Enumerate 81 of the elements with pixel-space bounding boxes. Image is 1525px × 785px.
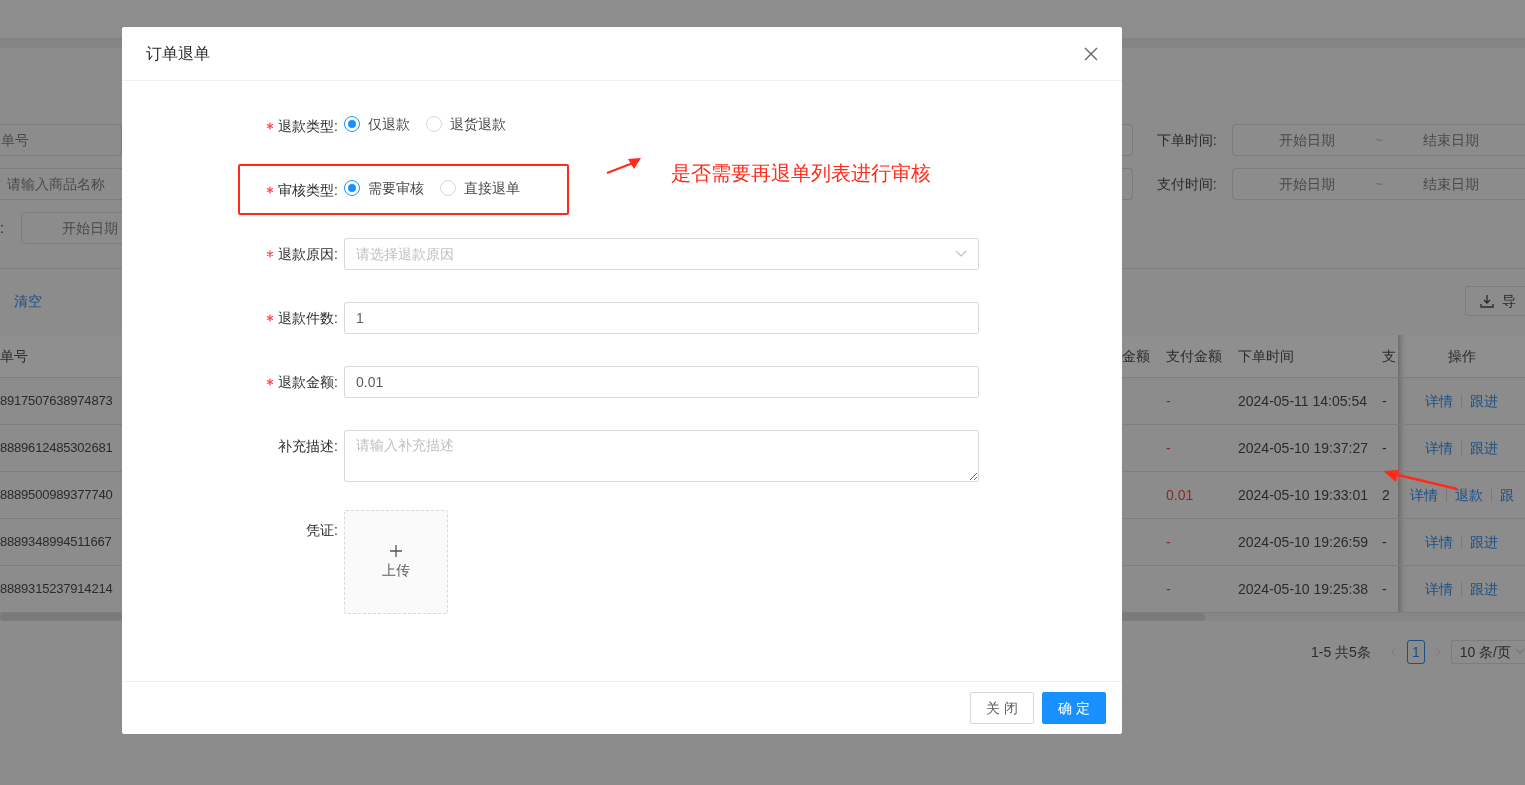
input-field[interactable]: 开始日期 — [20, 212, 122, 244]
column-header: 支 — [1382, 346, 1396, 366]
column-header: 单号 — [0, 346, 28, 366]
annotation-note: 是否需要再退单列表进行审核 — [671, 161, 931, 186]
table-cell-text: 0.01 — [1166, 485, 1194, 505]
pagination-summary: 1-5 共5条 — [1311, 642, 1371, 662]
action-link[interactable]: 跟进 — [1461, 441, 1506, 455]
end-date-field[interactable]: 结束日期 — [1391, 172, 1512, 196]
form-label: 退款类型: — [278, 116, 338, 136]
radio-option[interactable]: 需要审核 — [344, 177, 424, 199]
field-label: : — [0, 218, 4, 238]
date-range-field[interactable]: 开始日期 ~ 结束日期 — [1231, 168, 1525, 200]
form-label: 审核类型: — [278, 180, 338, 200]
column-header: 金额 — [1122, 346, 1150, 366]
table-cell-text: 8889612485302681 — [0, 439, 113, 458]
dialog-title: 订单退单 — [146, 43, 210, 64]
input-field[interactable]: 请输入商品名称 — [0, 168, 122, 200]
action-link[interactable]: 退款 — [1445, 488, 1491, 502]
table-cell-text: 8889348994511667 — [0, 533, 112, 552]
table-cell-text: - — [1382, 532, 1387, 552]
form-label: 退款件数: — [278, 308, 338, 328]
select-field[interactable]: 请选择退款原因 — [344, 238, 979, 270]
action-link[interactable]: 详情 — [1417, 441, 1461, 455]
form-label: 补充描述: — [278, 437, 338, 456]
action-link[interactable]: 跟进 — [1461, 394, 1506, 408]
column-header: 支付金额 — [1166, 346, 1222, 366]
column-header: 操作 — [1447, 346, 1476, 366]
table-cell-text: - — [1382, 391, 1387, 411]
table-cell-text: - — [1166, 579, 1171, 599]
radio-option[interactable]: 仅退款 — [344, 113, 410, 135]
table-cell-text: 8889500989377740 — [0, 486, 113, 505]
page-size-select[interactable]: 10 条/页 — [1450, 640, 1525, 664]
table-cell-text: - — [1382, 438, 1387, 458]
input-field[interactable]: 0.01 — [344, 366, 979, 398]
table-cell-text: 2024-05-11 14:05:54 — [1238, 391, 1367, 411]
form-label: 退款原因: — [278, 244, 338, 264]
upload-button[interactable]: 上传 — [344, 510, 448, 614]
textarea-field[interactable]: 请输入补充描述 — [344, 430, 979, 482]
input-field[interactable]: 1 — [344, 302, 979, 334]
table-cell-text: - — [1166, 532, 1171, 552]
start-date-field[interactable]: 开始日期 — [1246, 128, 1367, 152]
table-cell-text: 2024-05-10 19:26:59 — [1238, 532, 1368, 552]
annotation-arrow — [606, 157, 642, 175]
action-link[interactable]: 详情 — [1417, 535, 1461, 549]
table-cell-text: 2 — [1382, 485, 1390, 505]
close-button[interactable]: 关 闭 — [970, 692, 1034, 724]
action-link[interactable]: 跟进 — [1461, 535, 1506, 549]
column-header: 下单时间 — [1238, 346, 1294, 366]
action-link[interactable]: 详情 — [1417, 394, 1461, 408]
start-date-field[interactable]: 开始日期 — [1246, 172, 1367, 196]
table-cell-text: 2024-05-10 19:25:38 — [1238, 579, 1368, 599]
table-cell-text: 2024-05-10 19:33:01 — [1238, 485, 1368, 505]
radio-option[interactable]: 直接退单 — [440, 177, 520, 199]
end-date-field[interactable]: 结束日期 — [1391, 128, 1512, 152]
plus-icon — [389, 543, 403, 558]
table-cell-text: - — [1166, 391, 1171, 411]
input-field[interactable]: 单号 — [0, 124, 122, 156]
clear-link[interactable]: 清空 — [14, 290, 42, 312]
field-label: 下单时间: — [1156, 130, 1218, 150]
chevron-down-icon — [955, 250, 967, 258]
export-button[interactable]: 导 — [1465, 286, 1525, 316]
page-button[interactable]: 1 — [1406, 640, 1425, 664]
scrollbar-thumb[interactable] — [0, 613, 122, 621]
radio-option[interactable]: 退货退款 — [426, 113, 506, 135]
date-range-field[interactable]: 开始日期 ~ 结束日期 — [1231, 124, 1525, 156]
table-cell-text: 8889315237914214 — [0, 580, 113, 599]
action-link[interactable]: 跟进 — [1461, 582, 1506, 596]
table-cell-text: - — [1382, 579, 1387, 599]
form-label: 凭证: — [306, 521, 338, 540]
table-cell-text: - — [1166, 438, 1171, 458]
action-link[interactable]: 详情 — [1401, 488, 1446, 502]
table-cell-text: 2024-05-10 19:37:27 — [1238, 438, 1368, 458]
form-label: 退款金额: — [278, 372, 338, 392]
table-cell-text: 8917507638974873 — [0, 392, 113, 411]
action-link[interactable]: 详情 — [1417, 582, 1461, 596]
action-link[interactable]: 跟 — [1490, 488, 1522, 502]
scrollbar-thumb[interactable] — [1122, 613, 1205, 621]
download-icon — [1480, 294, 1494, 308]
field-label: 支付时间: — [1156, 174, 1218, 194]
horizontal-scrollbar[interactable] — [1122, 613, 1525, 621]
confirm-button[interactable]: 确 定 — [1042, 692, 1106, 724]
